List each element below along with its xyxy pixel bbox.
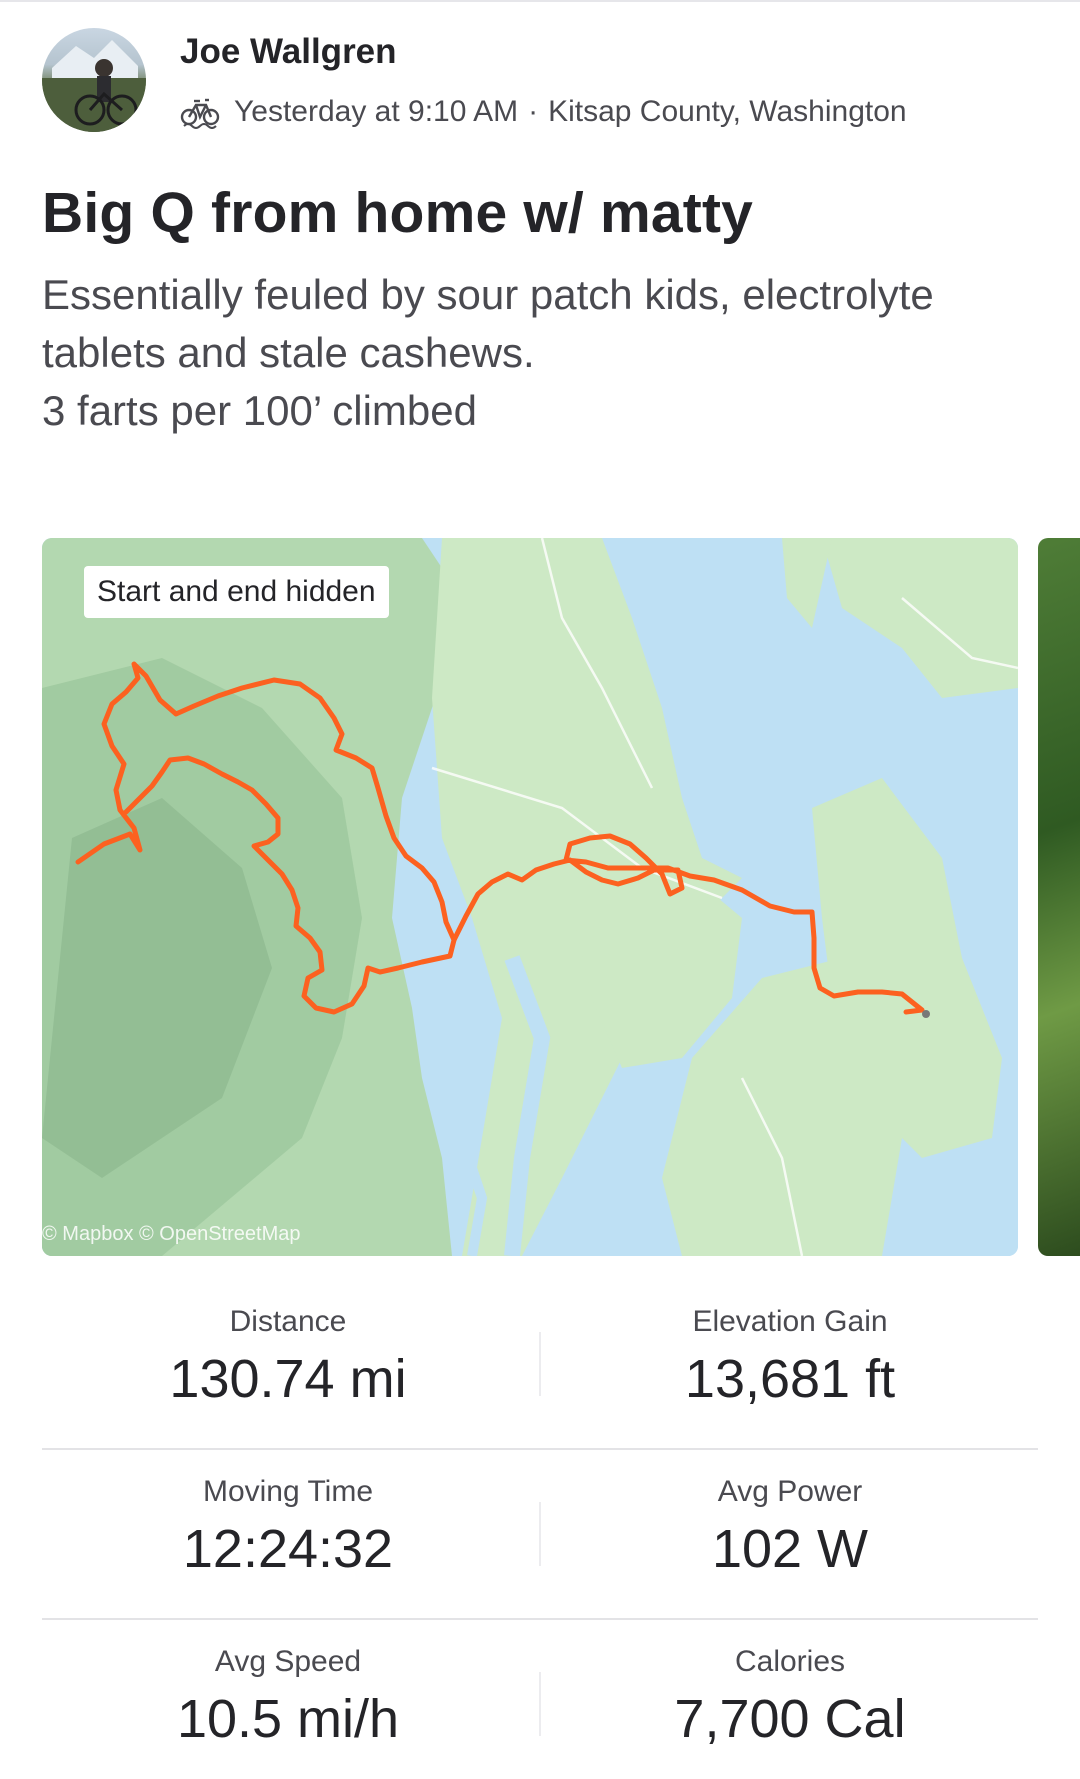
meta-separator: · <box>528 95 539 128</box>
map-terrain <box>42 538 1018 1256</box>
athlete-name[interactable]: Joe Wallgren <box>180 32 397 72</box>
stat-label: Avg Power <box>717 1475 863 1508</box>
description-line: 3 farts per 100’ climbed <box>42 387 477 434</box>
avatar[interactable] <box>42 28 146 132</box>
route-map[interactable]: Start and end hidden © Mapbox © OpenStre… <box>42 538 1018 1256</box>
top-divider <box>0 0 1080 2</box>
stat-label: Distance <box>229 1305 347 1338</box>
stat-value: 7,700 Cal <box>674 1689 906 1749</box>
description-line: tablets and stale cashews. <box>42 329 535 376</box>
activity-location: Kitsap County, Washington <box>548 95 907 128</box>
description-line: Essentially feuled by sour patch kids, e… <box>42 271 934 318</box>
stat-label: Calories <box>734 1645 846 1678</box>
activity-description: Essentially feuled by sour patch kids, e… <box>42 266 1032 440</box>
activity-time: Yesterday at 9:10 AM <box>234 95 519 128</box>
activity-meta: Yesterday at 9:10 AM · Kitsap County, Wa… <box>180 90 907 134</box>
stat-value: 12:24:32 <box>182 1519 394 1579</box>
stat-value: 102 W <box>711 1519 869 1579</box>
bike-icon <box>180 98 220 129</box>
avatar-photo <box>42 40 146 132</box>
stat-moving-time: Moving Time 12:24:32 <box>38 1472 538 1584</box>
stat-distance: Distance 130.74 mi <box>38 1302 538 1414</box>
row-divider <box>42 1448 1038 1450</box>
stat-elevation-gain: Elevation Gain 13,681 ft <box>540 1302 1040 1414</box>
privacy-badge: Start and end hidden <box>84 566 389 618</box>
activity-photo-thumbnail[interactable] <box>1038 538 1080 1256</box>
stat-label: Avg Speed <box>214 1645 362 1678</box>
activity-title[interactable]: Big Q from home w/ matty <box>42 180 753 246</box>
stat-value: 13,681 ft <box>684 1349 896 1409</box>
row-divider <box>42 1618 1038 1620</box>
stat-calories: Calories 7,700 Cal <box>540 1642 1040 1754</box>
stat-label: Elevation Gain <box>692 1305 888 1338</box>
stat-value: 130.74 mi <box>169 1349 407 1409</box>
stat-avg-speed: Avg Speed 10.5 mi/h <box>38 1642 538 1754</box>
map-attribution[interactable]: © Mapbox © OpenStreetMap <box>42 1223 301 1246</box>
stat-label: Moving Time <box>202 1475 374 1508</box>
stat-value: 10.5 mi/h <box>176 1689 400 1749</box>
stat-avg-power: Avg Power 102 W <box>540 1472 1040 1584</box>
